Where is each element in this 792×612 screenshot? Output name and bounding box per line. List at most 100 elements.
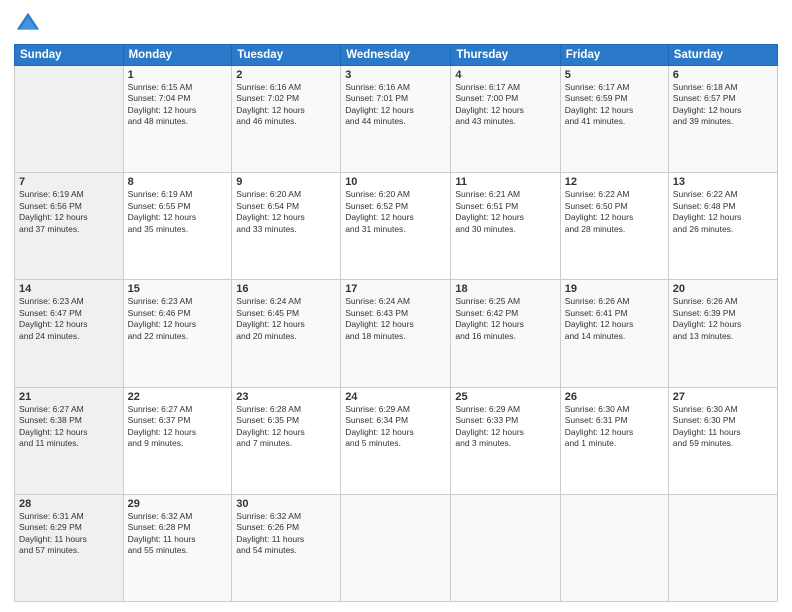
cell-content: Sunrise: 6:29 AM Sunset: 6:33 PM Dayligh… — [455, 404, 555, 450]
week-row-1: 1Sunrise: 6:15 AM Sunset: 7:04 PM Daylig… — [15, 66, 778, 173]
cell-content: Sunrise: 6:23 AM Sunset: 6:47 PM Dayligh… — [19, 296, 119, 342]
cell-content: Sunrise: 6:20 AM Sunset: 6:52 PM Dayligh… — [345, 189, 446, 235]
calendar-cell — [15, 66, 124, 173]
calendar-cell: 17Sunrise: 6:24 AM Sunset: 6:43 PM Dayli… — [341, 280, 451, 387]
calendar-cell: 20Sunrise: 6:26 AM Sunset: 6:39 PM Dayli… — [668, 280, 777, 387]
day-number: 5 — [565, 69, 664, 81]
cell-content: Sunrise: 6:27 AM Sunset: 6:37 PM Dayligh… — [128, 404, 228, 450]
calendar-cell: 5Sunrise: 6:17 AM Sunset: 6:59 PM Daylig… — [560, 66, 668, 173]
day-number: 7 — [19, 176, 119, 188]
calendar-cell: 27Sunrise: 6:30 AM Sunset: 6:30 PM Dayli… — [668, 387, 777, 494]
cell-content: Sunrise: 6:32 AM Sunset: 6:28 PM Dayligh… — [128, 511, 228, 557]
day-number: 27 — [673, 391, 773, 403]
day-number: 25 — [455, 391, 555, 403]
calendar-cell: 15Sunrise: 6:23 AM Sunset: 6:46 PM Dayli… — [123, 280, 232, 387]
calendar-cell: 13Sunrise: 6:22 AM Sunset: 6:48 PM Dayli… — [668, 173, 777, 280]
col-header-friday: Friday — [560, 45, 668, 66]
day-number: 2 — [236, 69, 336, 81]
day-number: 6 — [673, 69, 773, 81]
day-number: 4 — [455, 69, 555, 81]
week-row-3: 14Sunrise: 6:23 AM Sunset: 6:47 PM Dayli… — [15, 280, 778, 387]
day-number: 26 — [565, 391, 664, 403]
day-number: 3 — [345, 69, 446, 81]
cell-content: Sunrise: 6:21 AM Sunset: 6:51 PM Dayligh… — [455, 189, 555, 235]
cell-content: Sunrise: 6:22 AM Sunset: 6:50 PM Dayligh… — [565, 189, 664, 235]
cell-content: Sunrise: 6:26 AM Sunset: 6:39 PM Dayligh… — [673, 296, 773, 342]
calendar-cell: 25Sunrise: 6:29 AM Sunset: 6:33 PM Dayli… — [451, 387, 560, 494]
day-number: 9 — [236, 176, 336, 188]
calendar-cell: 8Sunrise: 6:19 AM Sunset: 6:55 PM Daylig… — [123, 173, 232, 280]
cell-content: Sunrise: 6:28 AM Sunset: 6:35 PM Dayligh… — [236, 404, 336, 450]
calendar-cell: 21Sunrise: 6:27 AM Sunset: 6:38 PM Dayli… — [15, 387, 124, 494]
cell-content: Sunrise: 6:19 AM Sunset: 6:56 PM Dayligh… — [19, 189, 119, 235]
cell-content: Sunrise: 6:16 AM Sunset: 7:02 PM Dayligh… — [236, 82, 336, 128]
day-number: 15 — [128, 283, 228, 295]
day-number: 29 — [128, 498, 228, 510]
col-header-wednesday: Wednesday — [341, 45, 451, 66]
calendar-cell: 26Sunrise: 6:30 AM Sunset: 6:31 PM Dayli… — [560, 387, 668, 494]
cell-content: Sunrise: 6:30 AM Sunset: 6:30 PM Dayligh… — [673, 404, 773, 450]
cell-content: Sunrise: 6:17 AM Sunset: 6:59 PM Dayligh… — [565, 82, 664, 128]
calendar-cell: 22Sunrise: 6:27 AM Sunset: 6:37 PM Dayli… — [123, 387, 232, 494]
cell-content: Sunrise: 6:18 AM Sunset: 6:57 PM Dayligh… — [673, 82, 773, 128]
day-number: 30 — [236, 498, 336, 510]
col-header-monday: Monday — [123, 45, 232, 66]
week-row-5: 28Sunrise: 6:31 AM Sunset: 6:29 PM Dayli… — [15, 494, 778, 601]
cell-content: Sunrise: 6:15 AM Sunset: 7:04 PM Dayligh… — [128, 82, 228, 128]
cell-content: Sunrise: 6:31 AM Sunset: 6:29 PM Dayligh… — [19, 511, 119, 557]
calendar-cell: 23Sunrise: 6:28 AM Sunset: 6:35 PM Dayli… — [232, 387, 341, 494]
calendar-cell: 9Sunrise: 6:20 AM Sunset: 6:54 PM Daylig… — [232, 173, 341, 280]
cell-content: Sunrise: 6:29 AM Sunset: 6:34 PM Dayligh… — [345, 404, 446, 450]
calendar-cell: 12Sunrise: 6:22 AM Sunset: 6:50 PM Dayli… — [560, 173, 668, 280]
col-header-saturday: Saturday — [668, 45, 777, 66]
calendar-cell: 3Sunrise: 6:16 AM Sunset: 7:01 PM Daylig… — [341, 66, 451, 173]
cell-content: Sunrise: 6:23 AM Sunset: 6:46 PM Dayligh… — [128, 296, 228, 342]
calendar-cell: 18Sunrise: 6:25 AM Sunset: 6:42 PM Dayli… — [451, 280, 560, 387]
day-number: 20 — [673, 283, 773, 295]
day-number: 22 — [128, 391, 228, 403]
col-header-thursday: Thursday — [451, 45, 560, 66]
calendar-cell: 30Sunrise: 6:32 AM Sunset: 6:26 PM Dayli… — [232, 494, 341, 601]
day-number: 28 — [19, 498, 119, 510]
col-header-sunday: Sunday — [15, 45, 124, 66]
calendar-cell: 29Sunrise: 6:32 AM Sunset: 6:28 PM Dayli… — [123, 494, 232, 601]
day-number: 13 — [673, 176, 773, 188]
calendar-cell: 19Sunrise: 6:26 AM Sunset: 6:41 PM Dayli… — [560, 280, 668, 387]
logo-icon — [14, 10, 42, 38]
day-number: 21 — [19, 391, 119, 403]
day-number: 16 — [236, 283, 336, 295]
calendar-cell: 14Sunrise: 6:23 AM Sunset: 6:47 PM Dayli… — [15, 280, 124, 387]
cell-content: Sunrise: 6:32 AM Sunset: 6:26 PM Dayligh… — [236, 511, 336, 557]
cell-content: Sunrise: 6:27 AM Sunset: 6:38 PM Dayligh… — [19, 404, 119, 450]
cell-content: Sunrise: 6:25 AM Sunset: 6:42 PM Dayligh… — [455, 296, 555, 342]
calendar-header-row: SundayMondayTuesdayWednesdayThursdayFrid… — [15, 45, 778, 66]
calendar-cell: 6Sunrise: 6:18 AM Sunset: 6:57 PM Daylig… — [668, 66, 777, 173]
calendar-cell: 10Sunrise: 6:20 AM Sunset: 6:52 PM Dayli… — [341, 173, 451, 280]
calendar-cell — [451, 494, 560, 601]
cell-content: Sunrise: 6:22 AM Sunset: 6:48 PM Dayligh… — [673, 189, 773, 235]
week-row-4: 21Sunrise: 6:27 AM Sunset: 6:38 PM Dayli… — [15, 387, 778, 494]
calendar-cell: 16Sunrise: 6:24 AM Sunset: 6:45 PM Dayli… — [232, 280, 341, 387]
calendar-cell — [560, 494, 668, 601]
cell-content: Sunrise: 6:24 AM Sunset: 6:45 PM Dayligh… — [236, 296, 336, 342]
cell-content: Sunrise: 6:26 AM Sunset: 6:41 PM Dayligh… — [565, 296, 664, 342]
day-number: 11 — [455, 176, 555, 188]
day-number: 24 — [345, 391, 446, 403]
cell-content: Sunrise: 6:17 AM Sunset: 7:00 PM Dayligh… — [455, 82, 555, 128]
calendar-cell: 11Sunrise: 6:21 AM Sunset: 6:51 PM Dayli… — [451, 173, 560, 280]
week-row-2: 7Sunrise: 6:19 AM Sunset: 6:56 PM Daylig… — [15, 173, 778, 280]
calendar-table: SundayMondayTuesdayWednesdayThursdayFrid… — [14, 44, 778, 602]
day-number: 14 — [19, 283, 119, 295]
cell-content: Sunrise: 6:16 AM Sunset: 7:01 PM Dayligh… — [345, 82, 446, 128]
day-number: 10 — [345, 176, 446, 188]
day-number: 17 — [345, 283, 446, 295]
calendar-cell: 24Sunrise: 6:29 AM Sunset: 6:34 PM Dayli… — [341, 387, 451, 494]
cell-content: Sunrise: 6:24 AM Sunset: 6:43 PM Dayligh… — [345, 296, 446, 342]
day-number: 8 — [128, 176, 228, 188]
calendar-cell: 28Sunrise: 6:31 AM Sunset: 6:29 PM Dayli… — [15, 494, 124, 601]
day-number: 18 — [455, 283, 555, 295]
calendar-cell: 2Sunrise: 6:16 AM Sunset: 7:02 PM Daylig… — [232, 66, 341, 173]
day-number: 1 — [128, 69, 228, 81]
calendar-cell — [341, 494, 451, 601]
logo — [14, 10, 46, 38]
